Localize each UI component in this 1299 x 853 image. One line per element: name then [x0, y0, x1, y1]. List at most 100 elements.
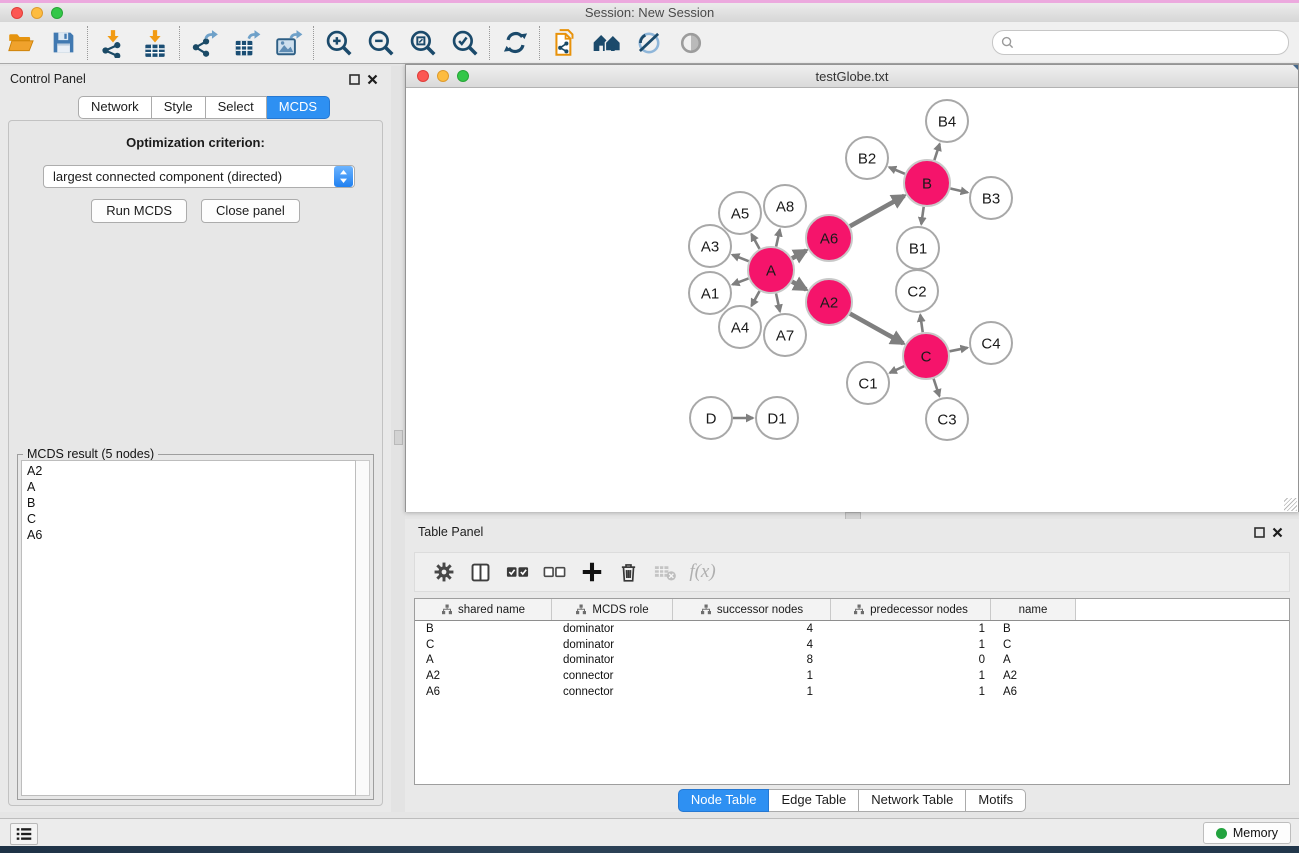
- graph-edge-B-B3[interactable]: [950, 188, 967, 192]
- close-panel-button-mcds[interactable]: Close panel: [201, 199, 300, 223]
- window-resize-grip[interactable]: [1284, 498, 1297, 511]
- function-builder-button[interactable]: f(x): [684, 555, 721, 589]
- export-image-button[interactable]: [268, 25, 310, 61]
- mcds-list-scrollbar[interactable]: [356, 460, 370, 796]
- save-session-button[interactable]: [42, 25, 84, 61]
- deselect-all-rows-button[interactable]: [536, 555, 573, 589]
- table-tab-network-table[interactable]: Network Table: [859, 789, 966, 812]
- table-row[interactable]: Cdominator41C: [415, 637, 1289, 653]
- graph-node-D1[interactable]: D1: [756, 397, 798, 439]
- graph-node-C2[interactable]: C2: [896, 270, 938, 312]
- memory-button[interactable]: Memory: [1203, 822, 1291, 844]
- graph-node-B[interactable]: B: [904, 160, 950, 206]
- copy-network-doc-button[interactable]: [544, 25, 586, 61]
- graph-edge-A-A6[interactable]: [792, 251, 806, 259]
- graph-node-B3[interactable]: B3: [970, 177, 1012, 219]
- graph-edge-A-A2[interactable]: [792, 282, 806, 290]
- table-float-panel-button[interactable]: [1250, 524, 1268, 540]
- mcds-result-list[interactable]: A2ABCA6: [21, 460, 356, 796]
- graph-node-B4[interactable]: B4: [926, 100, 968, 142]
- export-network-button[interactable]: [184, 25, 226, 61]
- mcds-result-item[interactable]: A6: [22, 527, 355, 543]
- table-close-panel-button[interactable]: [1268, 524, 1286, 540]
- column-header-MCDS-role[interactable]: MCDS role: [552, 599, 673, 620]
- home-button[interactable]: [586, 25, 628, 61]
- graph-node-A4[interactable]: A4: [719, 306, 761, 348]
- vertical-splitter-handle[interactable]: [394, 430, 403, 445]
- graph-edge-C-C2[interactable]: [920, 315, 922, 332]
- delete-selected-button[interactable]: [610, 555, 647, 589]
- graph-edge-C-C4[interactable]: [950, 348, 968, 352]
- delete-column-button-disabled[interactable]: [647, 555, 684, 589]
- refresh-layout-button[interactable]: [494, 25, 536, 61]
- graph-node-A6[interactable]: A6: [806, 215, 852, 261]
- table-row[interactable]: Bdominator41B: [415, 621, 1289, 637]
- zoom-in-button[interactable]: [318, 25, 360, 61]
- graph-edge-B-B4[interactable]: [934, 144, 939, 160]
- table-tab-edge-table[interactable]: Edge Table: [769, 789, 859, 812]
- tab-select[interactable]: Select: [206, 96, 267, 119]
- graph-edge-A-A3[interactable]: [732, 255, 748, 261]
- open-session-button[interactable]: [0, 25, 42, 61]
- toolbar-search-field[interactable]: [992, 30, 1289, 55]
- table-tab-node-table[interactable]: Node Table: [678, 789, 770, 812]
- task-history-button[interactable]: [10, 823, 38, 845]
- graph-node-B2[interactable]: B2: [846, 137, 888, 179]
- graph-edge-B-B2[interactable]: [889, 167, 905, 174]
- column-header-successor-nodes[interactable]: successor nodes: [673, 599, 831, 620]
- tab-mcds[interactable]: MCDS: [267, 96, 330, 119]
- column-header-name[interactable]: name: [991, 599, 1076, 620]
- select-all-rows-button[interactable]: [499, 555, 536, 589]
- graph-node-A[interactable]: A: [748, 247, 794, 293]
- search-input[interactable]: [1018, 35, 1280, 51]
- float-panel-button[interactable]: [345, 71, 363, 87]
- graph-edge-B-B1[interactable]: [921, 207, 923, 224]
- network-window-titlebar[interactable]: testGlobe.txt: [406, 65, 1298, 88]
- graph-edge-A-A7[interactable]: [776, 293, 780, 311]
- network-canvas[interactable]: B4B2BB3B1A5A8A6A3AA1A4A7A2C2C4CC1C3DD1: [406, 88, 1298, 512]
- graph-edge-C-C3[interactable]: [934, 379, 940, 396]
- column-header-shared-name[interactable]: shared name: [415, 599, 552, 620]
- graph-edge-A-A5[interactable]: [751, 234, 759, 249]
- graph-node-C1[interactable]: C1: [847, 362, 889, 404]
- graph-edge-A-A8[interactable]: [776, 229, 780, 246]
- zoom-out-button[interactable]: [360, 25, 402, 61]
- graph-edge-A6-B[interactable]: [850, 196, 904, 227]
- graph-node-C[interactable]: C: [903, 333, 949, 379]
- table-row[interactable]: A6connector11A6: [415, 684, 1289, 700]
- tab-network[interactable]: Network: [78, 96, 152, 119]
- zoom-selected-button[interactable]: [444, 25, 486, 61]
- mcds-result-item[interactable]: A2: [22, 463, 355, 479]
- export-table-button[interactable]: [226, 25, 268, 61]
- graph-node-A5[interactable]: A5: [719, 192, 761, 234]
- graph-node-A2[interactable]: A2: [806, 279, 852, 325]
- graph-edge-A-A1[interactable]: [732, 278, 748, 284]
- run-mcds-button[interactable]: Run MCDS: [91, 199, 187, 223]
- close-panel-button[interactable]: [363, 71, 381, 87]
- table-settings-gear-button[interactable]: [425, 555, 462, 589]
- show-eye-button[interactable]: [670, 25, 712, 61]
- mcds-result-item[interactable]: B: [22, 495, 355, 511]
- graph-edge-A-A4[interactable]: [751, 291, 759, 306]
- column-header-predecessor-nodes[interactable]: predecessor nodes: [831, 599, 991, 620]
- import-network-button[interactable]: [92, 25, 134, 61]
- tab-style[interactable]: Style: [152, 96, 206, 119]
- vertical-splitter[interactable]: [391, 66, 405, 812]
- table-row[interactable]: A2connector11A2: [415, 668, 1289, 684]
- graph-edge-A2-C[interactable]: [850, 314, 903, 344]
- graph-node-A7[interactable]: A7: [764, 314, 806, 356]
- graph-edge-C-C1[interactable]: [890, 366, 904, 373]
- graph-node-C4[interactable]: C4: [970, 322, 1012, 364]
- graph-node-B1[interactable]: B1: [897, 227, 939, 269]
- graph-node-A8[interactable]: A8: [764, 185, 806, 227]
- mcds-result-item[interactable]: A: [22, 479, 355, 495]
- graph-node-A3[interactable]: A3: [689, 225, 731, 267]
- criterion-dropdown[interactable]: largest connected component (directed): [43, 165, 355, 188]
- mcds-result-item[interactable]: C: [22, 511, 355, 527]
- import-table-button[interactable]: [134, 25, 176, 61]
- graph-node-A1[interactable]: A1: [689, 272, 731, 314]
- hide-graphics-details-button[interactable]: [628, 25, 670, 61]
- table-row[interactable]: Adominator80A: [415, 653, 1289, 669]
- add-column-button[interactable]: [573, 555, 610, 589]
- zoom-fit-button[interactable]: [402, 25, 444, 61]
